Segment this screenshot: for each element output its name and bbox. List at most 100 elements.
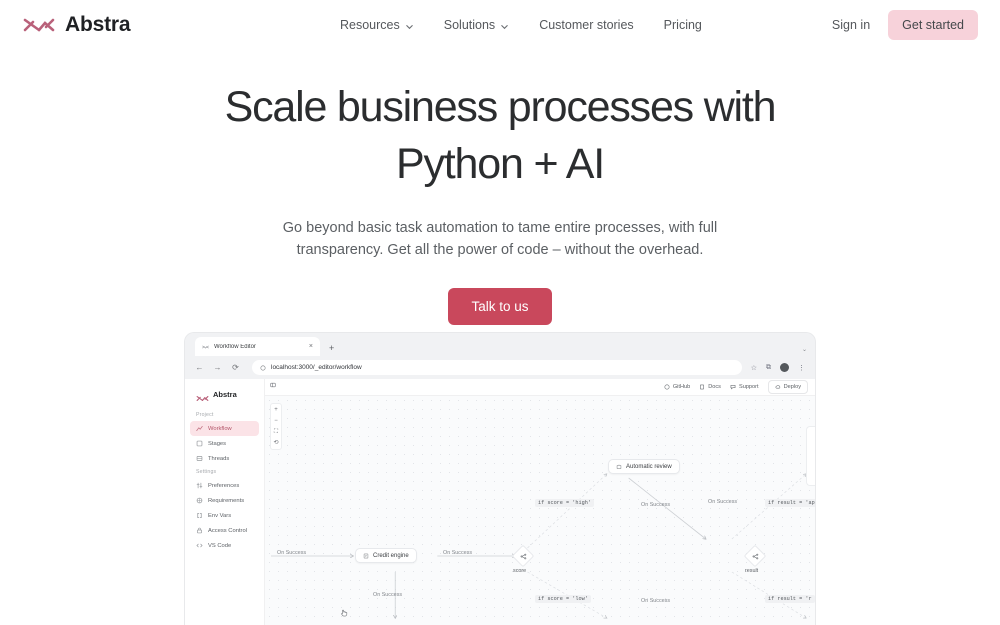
new-tab-button[interactable]: + [329,343,334,353]
sliders-icon [196,482,203,489]
get-started-button[interactable]: Get started [888,10,978,40]
workflow-decision-result-label: result [745,568,759,574]
nav-link-resources[interactable]: Resources [340,18,414,32]
sidebar-section-settings-label: Settings [196,469,217,475]
grab-cursor-icon [340,604,348,617]
workflow-decision-score[interactable] [511,544,535,568]
reload-button[interactable]: ⟳ [231,363,240,372]
sidebar-item-preferences-label: Preferences [208,482,240,489]
sidebar-item-vs-code-label: VS Code [208,542,232,549]
edge-label-on-success-6: On Success [708,499,738,505]
workflow-node-automatic-review[interactable]: Automatic review [608,459,680,474]
workflow-node-credit-engine[interactable]: Credit engine [355,548,417,563]
stages-icon [196,440,203,447]
star-icon[interactable]: ☆ [751,364,757,372]
abstra-x-logo-icon [196,390,209,401]
browser-tab[interactable]: Workflow Editor × [195,337,320,356]
condition-label-result-approved: if result = 'app [765,499,815,507]
nav-actions: Sign in Get started [832,10,978,40]
docs-icon [699,384,705,390]
profile-avatar-icon[interactable] [780,363,789,372]
edge-label-on-success-5: On Success [641,598,671,604]
workflow-icon [196,425,203,432]
right-panel-handle[interactable] [806,426,815,486]
app-brand[interactable]: Abstra [185,386,264,402]
page-title: Scale business processes with Python + A… [220,86,780,186]
sidebar-item-vs-code[interactable]: VS Code [190,538,259,553]
sidebar-item-preferences[interactable]: Preferences [190,478,259,493]
url-input[interactable]: localhost:3000/_editor/workflow [252,360,742,375]
topbar-actions: GitHub Docs Support Deploy [664,380,808,394]
automatic-review-icon [616,463,622,470]
deploy-button-label: Deploy [783,384,801,390]
hero-subheading: Go beyond basic task automation to tame … [282,220,718,258]
nav-link-customer-stories[interactable]: Customer stories [539,18,633,32]
sidebar-item-env-vars[interactable]: Env Vars [190,508,259,523]
workflow-edges [271,396,815,625]
fit-view-button[interactable]: ⛶ [274,429,278,435]
sidebar-item-requirements[interactable]: Requirements [190,493,259,508]
docs-link[interactable]: Docs [699,384,721,390]
workflow-node-credit-engine-label: Credit engine [373,552,409,559]
deploy-button[interactable]: Deploy [767,380,808,394]
sidebar-item-threads-label: Threads [208,455,230,462]
credit-engine-icon [363,553,369,559]
hero-cta-wrap: Talk to us [0,287,1000,325]
hero-heading-line-2: Python + AI [396,140,605,188]
github-link-label: GitHub [672,384,691,390]
app-sidebar: Abstra Project Workflow Stages Threads S… [185,379,265,625]
workflow-canvas[interactable]: + − ⛶ ⟲ Credit engine Automatic review s… [265,382,815,625]
nav-link-solutions-label: Solutions [443,18,496,32]
sidebar-item-env-vars-label: Env Vars [208,512,232,519]
sidebar-item-workflow[interactable]: Workflow [190,421,259,436]
condition-label-score-low: if score = 'low' [535,595,591,603]
browser-tab-bar: Workflow Editor × + ⌄ [185,333,815,356]
panel-toggle-icon[interactable] [270,382,276,390]
condition-label-score-high: if score = 'high' [535,499,594,507]
workflow-decision-score-label: score [513,568,527,574]
edge-label-on-success-2: On Success [443,550,473,556]
zoom-out-button[interactable]: − [274,418,278,424]
threads-icon [196,455,203,462]
reset-view-button[interactable]: ⟲ [273,440,278,446]
deploy-cloud-icon [775,384,781,390]
sidebar-item-threads[interactable]: Threads [190,451,259,466]
browser-tab-title: Workflow Editor [214,343,256,350]
workflow-node-automatic-review-label: Automatic review [626,463,672,470]
back-button[interactable]: ← [195,363,204,372]
nav-link-pricing[interactable]: Pricing [664,18,702,32]
url-text: localhost:3000/_editor/workflow [271,364,362,371]
hero-section: Scale business processes with Python + A… [0,50,1000,325]
browser-mockup: Workflow Editor × + ⌄ ← → ⟳ localhost:30… [185,333,815,625]
zoom-in-button[interactable]: + [274,407,278,413]
brand-name: Abstra [65,13,131,36]
workflow-editor: GitHub Docs Support Deploy + − ⛶ ⟲ Credi… [265,379,815,625]
nav-link-solutions[interactable]: Solutions [444,18,509,32]
abstra-app: Abstra Project Workflow Stages Threads S… [185,379,815,625]
app-topbar: GitHub Docs Support Deploy [265,379,815,396]
support-link[interactable]: Support [730,384,759,390]
three-dot-menu-icon[interactable]: ⋮ [798,364,805,372]
edge-label-on-success-1: On Success [277,550,307,556]
lock-icon [196,527,203,534]
github-link[interactable]: GitHub [664,384,690,390]
sidebar-item-requirements-label: Requirements [208,497,245,504]
tab-list-chevron-icon[interactable]: ⌄ [802,346,807,353]
abstra-x-logo-icon [22,14,56,36]
edge-label-on-success-3: On Success [373,592,403,598]
sidebar-item-access-control[interactable]: Access Control [190,523,259,538]
close-icon[interactable]: × [309,343,313,350]
extensions-icon[interactable]: ⧉ [766,364,771,372]
brand-logo[interactable]: Abstra [22,13,131,37]
sidebar-item-stages[interactable]: Stages [190,436,259,451]
sidebar-item-workflow-label: Workflow [208,425,232,432]
forward-button[interactable]: → [213,363,222,372]
docs-link-label: Docs [708,384,721,390]
brackets-icon [196,512,203,519]
info-circle-icon [260,365,266,371]
sign-in-link[interactable]: Sign in [832,18,870,32]
browser-url-bar: ← → ⟳ localhost:3000/_editor/workflow ☆ … [185,356,815,379]
sidebar-item-access-control-label: Access Control [208,527,247,534]
talk-to-us-button[interactable]: Talk to us [448,287,552,325]
workflow-decision-result[interactable] [743,544,767,568]
